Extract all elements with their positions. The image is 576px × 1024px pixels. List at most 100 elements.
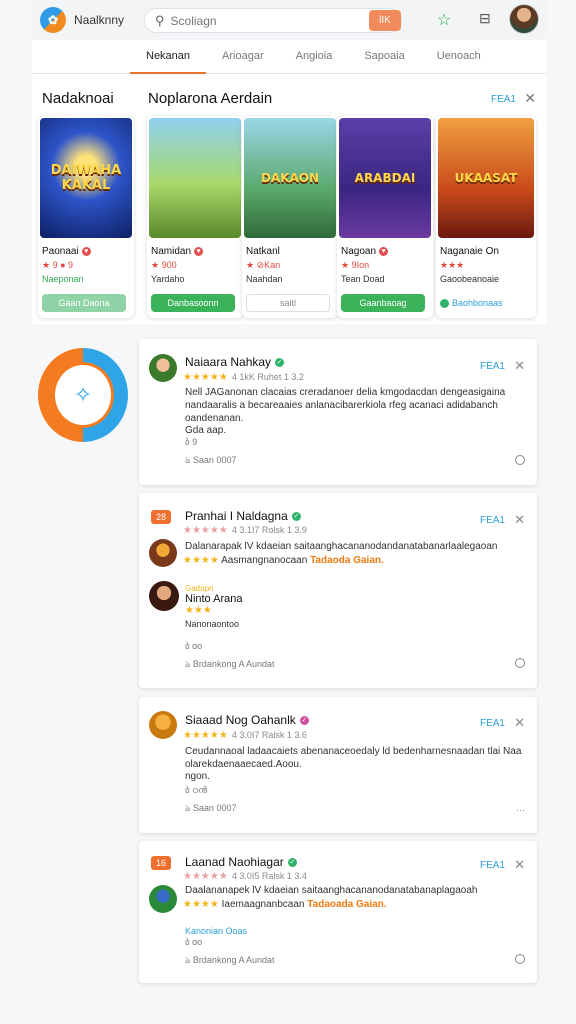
card-title: Nagoan bbox=[341, 246, 377, 257]
review-highlight: Tadaoda Gaian. bbox=[310, 555, 384, 566]
rank-badge: 16 bbox=[151, 856, 171, 870]
review-count: ბ ഠൻ bbox=[185, 785, 208, 795]
card-subtitle: Yardaho bbox=[151, 274, 185, 284]
reply-name: Ninto Arana bbox=[185, 593, 243, 605]
game-card[interactable]: ARABDAI Nagoan ♥ ★ 9Ion Tean Doad Gaanbao… bbox=[337, 116, 433, 318]
game-card[interactable]: UKAASAT Naganaie On ★★★ Gaoobeanoaie Bao… bbox=[436, 116, 536, 318]
review-stars: ★★★★★ 4 3.0I7 Ralsk 1 3.6 bbox=[183, 730, 307, 741]
verified-icon: ✓ bbox=[275, 357, 285, 367]
card-rating: ★ 9Ion bbox=[341, 260, 370, 270]
featured-link[interactable]: FEA1 bbox=[491, 94, 516, 105]
more-icon[interactable] bbox=[515, 658, 525, 668]
review-stars: ★★★★★ 4 3.1I7 Rolsk 1 3.9 bbox=[183, 525, 307, 536]
review-card: 16 Laanad Naohiagar ✓ ★★★★★ 4 3.0I5 Ralsk … bbox=[139, 841, 537, 983]
tab-angioia[interactable]: Angioia bbox=[280, 40, 349, 74]
review-link[interactable]: FEA1 bbox=[480, 860, 505, 871]
review-count: ბ 9 bbox=[185, 437, 198, 447]
review-card: Siaaad Nog Oahanlk ✓ ★★★★★ 4 3.0I7 Ralsk 1… bbox=[139, 697, 537, 833]
review-meta: 4 3.0I7 Ralsk 1 3.6 bbox=[231, 730, 307, 740]
review-meta: 4 3.1I7 Rolsk 1 3.9 bbox=[231, 525, 307, 535]
star-icon[interactable]: ☆ bbox=[437, 10, 451, 30]
brand-logo: ✧ bbox=[38, 348, 128, 442]
reply-body: Nanonaontoo bbox=[185, 619, 240, 629]
close-icon[interactable]: ✕ bbox=[514, 358, 525, 374]
card-button[interactable]: Baohbonaas bbox=[440, 294, 524, 312]
badge-icon: ♥ bbox=[194, 247, 204, 256]
more-icon[interactable] bbox=[515, 954, 525, 964]
review-highlight-line: ★★★★ Aasmangnanocaan Tadaoda Gaian. bbox=[183, 555, 384, 566]
review-footer[interactable]: ঌ Brdankong A Aundat bbox=[185, 953, 275, 968]
card-rating: ★★★ bbox=[440, 260, 465, 270]
card-button[interactable]: Danbasoonn bbox=[151, 294, 235, 312]
card-subtitle: Naeponan bbox=[42, 274, 84, 284]
card-button-label: Baohbonaas bbox=[452, 298, 503, 308]
badge-icon: ♥ bbox=[81, 247, 91, 256]
game-card[interactable]: Namidan ♥ ★ 900 Yardaho Danbasoonn bbox=[147, 116, 243, 318]
review-body: Dalanarapak lV kdaeian saitaanghacananod… bbox=[185, 541, 498, 552]
review-meta: 4 3.0I5 Ralsk 1 3.4 bbox=[231, 871, 307, 881]
review-highlight-line: ★★★★ Iaemaagnanbcaan Tadaoada Gaian. bbox=[183, 899, 387, 910]
card-title: Naganaie On bbox=[440, 246, 499, 257]
reply-tag: Gadopn bbox=[185, 584, 214, 593]
card-button[interactable]: Gaanbaoag bbox=[341, 294, 425, 312]
game-card[interactable]: DAKAON Natkanl ★ ⊘Kan Naahdan saitl bbox=[242, 116, 338, 318]
review-link[interactable]: FEA1 bbox=[480, 718, 505, 729]
reviewer-avatar[interactable] bbox=[149, 711, 177, 739]
verified-icon: ✓ bbox=[299, 715, 309, 725]
card-button[interactable]: Gaan Daona bbox=[42, 294, 126, 312]
tab-nekanan[interactable]: Nekanan bbox=[130, 40, 207, 74]
more-icon[interactable] bbox=[515, 455, 525, 465]
featured-title: Noplarona Aerdain bbox=[148, 90, 273, 107]
close-icon[interactable]: ✕ bbox=[514, 857, 525, 873]
app-logo[interactable]: ✿ bbox=[40, 7, 66, 33]
review-footer[interactable]: ঌ Brdankong A Aundat bbox=[185, 657, 275, 672]
card-subtitle: Naahdan bbox=[246, 274, 283, 284]
reply-avatar[interactable] bbox=[149, 581, 179, 611]
search-icon: ⚲ bbox=[155, 12, 165, 28]
verified-icon: ✓ bbox=[291, 511, 301, 521]
game-card[interactable]: DAIWAHA KAKAL Paonaai ♥ ★ 9 ● 9 Naeponan G… bbox=[38, 116, 134, 318]
reviewer-name: Naiaara Nahkay bbox=[185, 355, 272, 369]
rank-badge: 28 bbox=[151, 510, 171, 524]
close-icon[interactable]: ✕ bbox=[514, 512, 525, 528]
card-title: Natkanl bbox=[246, 246, 280, 257]
reviewer-name: Laanad Naohiagar bbox=[185, 855, 284, 869]
tab-uenoach[interactable]: Uenoach bbox=[421, 40, 497, 74]
tab-bar: Nekanan Arioagar Angioia Sapoaia Uenoach bbox=[32, 40, 546, 74]
reply-stars: ★★★ bbox=[185, 605, 212, 616]
review-stars: ★★★★★ 4 3.0I5 Ralsk 1 3.4 bbox=[183, 871, 307, 882]
card-button[interactable]: saitl bbox=[246, 294, 330, 312]
review-highlight-prefix: Aasmangnanocaan bbox=[221, 555, 308, 566]
reviewer-avatar[interactable] bbox=[149, 539, 177, 567]
bird-icon: ✧ bbox=[52, 362, 114, 428]
close-icon[interactable]: ✕ bbox=[514, 715, 525, 731]
review-link[interactable]: FEA1 bbox=[480, 515, 505, 526]
user-avatar[interactable] bbox=[509, 4, 539, 34]
tab-arioagar[interactable]: Arioagar bbox=[206, 40, 280, 74]
review-footer[interactable]: ঌ Saan 0007 bbox=[185, 453, 236, 468]
card-subtitle: Gaoobeanoaie bbox=[440, 274, 500, 284]
card-title: Namidan bbox=[151, 246, 192, 257]
review-extra: Gda aap. bbox=[185, 425, 227, 436]
review-card: 28 Pranhai I Naldagna ✓ ★★★★★ 4 3.1I7 Rols… bbox=[139, 493, 537, 688]
review-link[interactable]: FEA1 bbox=[480, 361, 505, 372]
search-input[interactable] bbox=[170, 13, 351, 28]
more-icon[interactable]: … bbox=[516, 803, 525, 813]
top-bar: ✿ Naalknny ⚲ lIK ☆ ⊟ bbox=[32, 0, 546, 40]
reviewer-avatar[interactable] bbox=[149, 354, 177, 382]
review-card: Naiaara Nahkay ✓ ★★★★★ 4 1kK Ruhet 1 3.2 N… bbox=[139, 339, 537, 485]
game-art: DAKAON bbox=[244, 118, 336, 238]
review-tag[interactable]: Kanonian Ooas bbox=[185, 926, 247, 936]
review-footer-label: Saan 0007 bbox=[192, 803, 237, 813]
review-footer-label: Brdankong A Aundat bbox=[192, 955, 275, 965]
verified-icon: ✓ bbox=[287, 857, 297, 867]
inbox-icon[interactable]: ⊟ bbox=[479, 10, 491, 27]
card-rating: ★ 9 ● 9 bbox=[42, 260, 74, 270]
review-body: Nell JAGanonan clacaias creradanoer deli… bbox=[185, 387, 506, 424]
search-button[interactable]: lIK bbox=[369, 10, 401, 31]
review-footer[interactable]: ঌ Saan 0007 bbox=[185, 801, 236, 816]
close-icon[interactable]: ✕ bbox=[524, 90, 536, 107]
tab-sapoaia[interactable]: Sapoaia bbox=[348, 40, 420, 74]
search-box[interactable]: ⚲ lIK bbox=[144, 8, 402, 33]
reviewer-avatar[interactable] bbox=[149, 885, 177, 913]
